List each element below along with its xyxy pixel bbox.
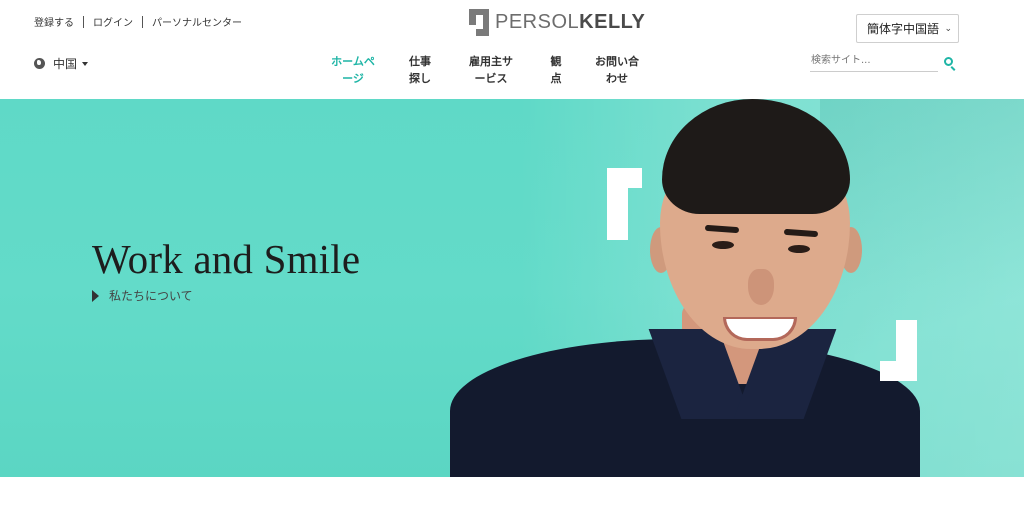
globe-icon (34, 58, 45, 69)
bracket-bottom-right-decoration (880, 320, 917, 381)
chevron-down-icon: ⌄ (944, 24, 952, 34)
hero-person-image (450, 99, 920, 477)
nav-home[interactable]: ホームペ ージ (330, 53, 376, 87)
nav-employer-services-line1: 雇用主サ (469, 55, 513, 68)
logo-text: PERSOLKELLY (495, 11, 645, 34)
nav-insights-line1: 観 (550, 55, 562, 68)
persolkelly-logo[interactable]: PERSOLKELLY (469, 9, 645, 36)
nav-job-search-line2: 探し (409, 72, 431, 85)
site-header: 登録する ログイン パーソナルセンター PERSOLKELLY 簡体字中国語 ⌄… (0, 0, 1024, 99)
nav-insights-line2: 点 (550, 72, 562, 85)
hero-title: Work and Smile (92, 236, 361, 282)
login-link[interactable]: ログイン (93, 14, 133, 29)
nav-job-search-line1: 仕事 (409, 55, 431, 68)
personal-center-link[interactable]: パーソナルセンター (152, 14, 242, 29)
logo-mark-icon (469, 9, 489, 36)
nav-employer-services[interactable]: 雇用主サ ービス (468, 53, 514, 87)
nav-job-search[interactable]: 仕事 探し (408, 53, 432, 87)
hero-banner: Work and Smile 私たちについて (0, 99, 1024, 477)
nav-home-line1: ホームペ (331, 55, 375, 68)
divider (83, 15, 84, 28)
caret-down-icon (82, 61, 89, 66)
language-selected-value: 簡体字中国語 (867, 22, 940, 36)
search-icon[interactable] (944, 57, 953, 66)
search-input[interactable] (810, 50, 938, 72)
language-select[interactable]: 簡体字中国語 ⌄ (856, 14, 959, 43)
page-content-start (0, 477, 1024, 506)
nav-insights[interactable]: 観 点 (549, 53, 563, 87)
nav-contact-line1: お問い合 (595, 55, 639, 68)
utility-links: 登録する ログイン パーソナルセンター (34, 14, 242, 29)
nav-home-line2: ージ (342, 72, 364, 85)
about-us-link[interactable]: 私たちについて (92, 287, 193, 304)
bracket-top-left-decoration (607, 168, 642, 240)
nav-contact[interactable]: お問い合 わせ (594, 53, 640, 87)
nav-contact-line2: わせ (606, 72, 628, 85)
register-link[interactable]: 登録する (34, 14, 74, 29)
site-search (810, 50, 958, 74)
divider (142, 15, 143, 28)
logo-text-bold: KELLY (579, 11, 646, 33)
about-us-label: 私たちについて (109, 289, 193, 303)
arrow-right-icon (92, 289, 99, 302)
region-selector[interactable]: 中国 (34, 55, 89, 72)
region-label: 中国 (53, 57, 78, 71)
nav-employer-services-line2: ービス (474, 72, 508, 85)
logo-text-light: PERSOL (495, 11, 580, 33)
